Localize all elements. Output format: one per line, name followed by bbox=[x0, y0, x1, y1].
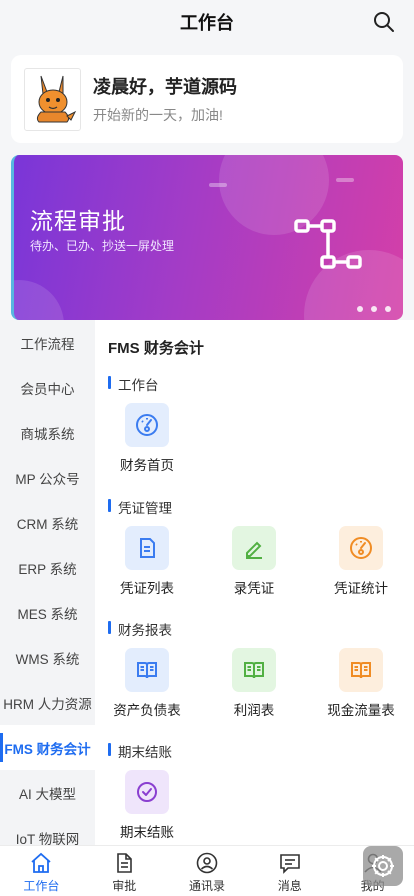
sidebar-item[interactable]: 工作流程 bbox=[0, 320, 95, 365]
book-icon bbox=[125, 648, 169, 692]
sidebar-item[interactable]: HRM 人力资源 bbox=[0, 680, 95, 725]
gear-icon bbox=[372, 855, 394, 877]
contacts-icon bbox=[196, 852, 218, 874]
document-icon bbox=[125, 526, 169, 570]
tile-period-close[interactable]: 期末结账 bbox=[102, 770, 192, 841]
dashboard-icon bbox=[125, 403, 169, 447]
document-icon bbox=[117, 853, 132, 873]
avatar[interactable] bbox=[24, 67, 81, 131]
tile-income-statement[interactable]: 利润表 bbox=[209, 648, 299, 719]
tab-label: 审批 bbox=[112, 879, 137, 893]
tab-label: 工作台 bbox=[23, 879, 60, 893]
section-header: 财务报表 bbox=[108, 619, 172, 639]
tile-label: 利润表 bbox=[233, 703, 275, 718]
book-icon bbox=[339, 648, 383, 692]
section-header: 凭证管理 bbox=[108, 497, 172, 517]
tab-contacts[interactable]: 通讯录 bbox=[166, 846, 249, 896]
carousel-dot[interactable] bbox=[357, 306, 363, 312]
mascot-logo-icon bbox=[36, 75, 76, 123]
section-header: 期末结账 bbox=[108, 741, 172, 761]
sidebar-item[interactable]: 会员中心 bbox=[0, 365, 95, 410]
message-icon bbox=[279, 854, 300, 874]
category-title: FMS 财务会计 bbox=[108, 340, 204, 357]
tile-enter-voucher[interactable]: 录凭证 bbox=[209, 526, 299, 597]
check-circle-icon bbox=[125, 770, 169, 814]
banner-decoration bbox=[336, 178, 354, 182]
banner-subtitle: 待办、已办、抄送一屏处理 bbox=[30, 239, 175, 253]
sidebar-item[interactable]: 商城系统 bbox=[0, 410, 95, 455]
tile-cash-flow[interactable]: 现金流量表 bbox=[316, 648, 406, 719]
tile-label: 凭证统计 bbox=[334, 581, 388, 596]
sidebar-item[interactable]: MP 公众号 bbox=[0, 455, 95, 500]
tile-label: 凭证列表 bbox=[120, 581, 174, 596]
tab-approval[interactable]: 审批 bbox=[83, 846, 166, 896]
banner-decoration bbox=[14, 280, 64, 320]
workflow-banner[interactable]: 流程审批 待办、已办、抄送一屏处理 bbox=[11, 155, 403, 320]
book-icon bbox=[232, 648, 276, 692]
sidebar-item[interactable]: IoT 物联网 bbox=[0, 815, 95, 846]
sidebar-item[interactable]: FMS 财务会计 bbox=[0, 725, 95, 770]
search-icon[interactable] bbox=[372, 10, 396, 34]
tab-label: 消息 bbox=[277, 879, 302, 893]
tile-label: 现金流量表 bbox=[327, 703, 395, 718]
tile-label: 财务首页 bbox=[120, 458, 174, 473]
home-icon bbox=[31, 852, 51, 873]
tab-label: 通讯录 bbox=[188, 879, 225, 893]
tile-finance-home[interactable]: 财务首页 bbox=[102, 403, 192, 474]
sidebar-item[interactable]: MES 系统 bbox=[0, 590, 95, 635]
tile-voucher-stats[interactable]: 凭证统计 bbox=[316, 526, 406, 597]
tile-label: 录凭证 bbox=[233, 581, 275, 596]
category-sidebar: 工作流程 会员中心 商城系统 MP 公众号 CRM 系统 ERP 系统 MES 系统 WMS … bbox=[0, 320, 95, 845]
workflow-icon bbox=[294, 219, 362, 269]
tab-messages[interactable]: 消息 bbox=[248, 846, 331, 896]
carousel-dot[interactable] bbox=[371, 306, 377, 312]
tile-voucher-list[interactable]: 凭证列表 bbox=[102, 526, 192, 597]
sidebar-item[interactable]: ERP 系统 bbox=[0, 545, 95, 590]
bottom-tab-bar: 工作台 审批 通讯录 消息 我的 bbox=[0, 845, 414, 896]
tile-label: 期末结账 bbox=[120, 825, 174, 840]
banner-title: 流程审批 bbox=[30, 208, 126, 234]
carousel-dot[interactable] bbox=[385, 306, 391, 312]
category-content: FMS 财务会计 工作台 财务首页 凭证管理 凭证列表 录凭证 凭证统计 财务报… bbox=[95, 320, 414, 845]
banner-decoration bbox=[209, 183, 227, 187]
floating-settings-button[interactable] bbox=[363, 846, 403, 886]
sidebar-item[interactable]: WMS 系统 bbox=[0, 635, 95, 680]
greeting-card: 凌晨好，芋道源码 开始新的一天，加油! bbox=[11, 55, 403, 143]
sidebar-item[interactable]: CRM 系统 bbox=[0, 500, 95, 545]
pencil-icon bbox=[232, 526, 276, 570]
app-header: 工作台 bbox=[0, 0, 414, 44]
sidebar-item[interactable]: AI 大模型 bbox=[0, 770, 95, 815]
tile-label: 资产负债表 bbox=[113, 703, 181, 718]
carousel-indicator[interactable] bbox=[357, 306, 391, 312]
greeting-subtext: 开始新的一天，加油! bbox=[93, 107, 223, 123]
section-header: 工作台 bbox=[108, 374, 159, 394]
page-title: 工作台 bbox=[180, 13, 234, 33]
gauge-icon bbox=[339, 526, 383, 570]
tab-workbench[interactable]: 工作台 bbox=[0, 846, 83, 896]
tile-balance-sheet[interactable]: 资产负债表 bbox=[102, 648, 192, 719]
greeting-text: 凌晨好，芋道源码 bbox=[93, 77, 237, 97]
